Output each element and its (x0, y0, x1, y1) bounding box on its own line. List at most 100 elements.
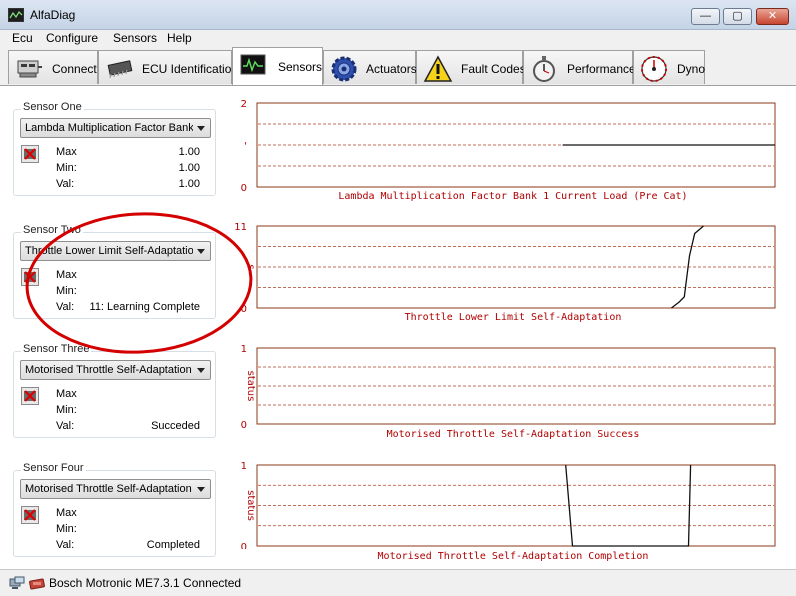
y-tick-label: 0 (241, 542, 247, 549)
tab-sensors[interactable]: Sensors (232, 47, 323, 85)
sensor-one-val-value: 1.00 (178, 178, 200, 190)
sensor-one-select[interactable]: Lambda Multiplication Factor Bank 1 Curr… (20, 118, 211, 138)
sensor-three-title: Sensor Three (21, 343, 92, 355)
tab-actuators[interactable]: Actuators (323, 50, 417, 84)
close-button[interactable]: ✕ (756, 8, 789, 25)
ecu-connected-icon (29, 576, 45, 590)
maximize-button[interactable]: ▢ (723, 8, 752, 25)
title-bar: AlfaDiag — ▢ ✕ (0, 0, 796, 30)
maximize-icon: ▢ (732, 10, 743, 22)
sensor-three-val-label: Val: (56, 420, 75, 432)
sensor-three-panel: Sensor Three Motorised Throttle Self-Ada… (13, 343, 216, 438)
chevron-down-icon (197, 487, 205, 492)
sensor-two-max-label: Max (56, 269, 77, 281)
sensor-three-chart: 1 0 status Motorised Throttle Self-Adaptat… (230, 344, 790, 449)
chart-plot: 10status (241, 344, 776, 430)
sensor-one-max-value: 1.00 (178, 146, 200, 158)
sensor-four-panel: Sensor Four Motorised Throttle Self-Adap… (13, 462, 216, 557)
status-bar: Bosch Motronic ME7.3.1 Connected (0, 569, 796, 596)
chip-icon (105, 55, 133, 81)
y-tick-label: 2 (241, 100, 247, 110)
y-axis-label: status (245, 490, 256, 521)
tab-strip: Connect ECU Identification Sensors Actua… (0, 46, 796, 86)
sensor-one-max-label: Max (56, 146, 77, 158)
tab-connect[interactable]: Connect (8, 50, 98, 84)
tab-dyno[interactable]: Dyno (633, 50, 705, 84)
tab-connect-label: Connect (52, 62, 97, 76)
app-icon (8, 8, 24, 22)
chart-plot: 110s (234, 223, 776, 315)
tab-performance-label: Performance (567, 62, 636, 76)
menu-help[interactable]: Help (167, 31, 192, 45)
y-tick-label: ' (244, 141, 247, 152)
sensor-three-remove-button[interactable] (21, 387, 39, 405)
sensor-two-panel: Sensor Two Throttle Lower Limit Self-Ada… (13, 224, 216, 319)
sensor-two-val-value: 11: Learning Complete (89, 301, 200, 313)
sensor-two-select[interactable]: Throttle Lower Limit Self-Adaptation (20, 241, 211, 261)
tab-fault-codes-label: Fault Codes (461, 62, 526, 76)
sensor-one-min-label: Min: (56, 162, 77, 174)
sensor-one-chart: 2 ' 0 Lambda Multiplication Factor Bank 1 … (230, 100, 790, 205)
gear-icon (330, 55, 358, 82)
remove-sensor-icon (24, 390, 36, 402)
tab-fault-codes[interactable]: Fault Codes (416, 50, 526, 84)
chart-plot: 1 0 status (241, 461, 776, 549)
sensor-three-select[interactable]: Motorised Throttle Self-Adaptation Succe… (20, 360, 211, 380)
sensor-two-min-label: Min: (56, 285, 77, 297)
tab-ecu-identification[interactable]: ECU Identification (98, 50, 238, 84)
sensor-four-title: Sensor Four (21, 462, 86, 474)
y-tick-label: 1 (241, 461, 247, 472)
chart-plot: 2'0 (241, 100, 776, 192)
stopwatch-icon (530, 55, 558, 82)
sensor-one-remove-button[interactable] (21, 145, 39, 163)
sensor-two-chart: 11 0 s Throttle Lower Limit Self-Adaptatio… (230, 223, 790, 328)
menu-bar: Ecu Configure Sensors Help (0, 30, 796, 46)
chevron-down-icon (197, 126, 205, 131)
menu-configure[interactable]: Configure (46, 31, 98, 45)
dial-icon (640, 55, 668, 82)
remove-sensor-icon (24, 271, 36, 283)
sensor-four-chart: 1 0 status Motorised Throttle Self-Adaptat… (230, 461, 790, 569)
tab-dyno-label: Dyno (677, 62, 706, 76)
sensor-two-val-label: Val: (56, 301, 75, 313)
tab-actuators-label: Actuators (366, 62, 417, 76)
chevron-down-icon (197, 368, 205, 373)
y-tick-label: 1 (241, 344, 247, 355)
tab-ecu-identification-label: ECU Identification (142, 62, 239, 76)
sensor-three-min-label: Min: (56, 404, 77, 416)
chart-title: Motorised Throttle Self-Adaptation Succe… (386, 429, 640, 440)
connection-status: Bosch Motronic ME7.3.1 Connected (49, 576, 242, 590)
y-axis-label: status (245, 371, 256, 402)
sensor-two-title: Sensor Two (21, 224, 83, 236)
sensor-one-selected: Lambda Multiplication Factor Bank 1 Curr… (25, 122, 193, 134)
sensor-four-val-label: Val: (56, 539, 75, 551)
y-axis-label: s (245, 264, 256, 269)
remove-sensor-icon (24, 509, 36, 521)
chart-title: Motorised Throttle Self-Adaptation Compl… (377, 551, 649, 562)
sensor-three-val-value: Succeded (151, 420, 200, 432)
y-tick-label: 11 (234, 223, 247, 233)
menu-sensors[interactable]: Sensors (113, 31, 157, 45)
minimize-button[interactable]: — (691, 8, 720, 25)
network-icon (9, 576, 25, 590)
sensor-four-min-label: Min: (56, 523, 77, 535)
sensor-two-remove-button[interactable] (21, 268, 39, 286)
close-icon: ✕ (767, 10, 778, 22)
sensor-four-remove-button[interactable] (21, 506, 39, 524)
sensor-one-min-value: 1.00 (178, 162, 200, 174)
chart-title: Throttle Lower Limit Self-Adaptation (404, 312, 622, 323)
sensor-four-select[interactable]: Motorised Throttle Self-Adaptation Compl… (20, 479, 211, 499)
sensor-one-panel: Sensor One Lambda Multiplication Factor … (13, 101, 216, 196)
chevron-down-icon (197, 249, 205, 254)
sensor-three-selected: Motorised Throttle Self-Adaptation Succe… (25, 364, 193, 376)
sensor-four-max-label: Max (56, 507, 77, 519)
sensor-four-selected: Motorised Throttle Self-Adaptation Compl… (25, 483, 193, 495)
sensor-one-val-label: Val: (56, 178, 75, 190)
sensor-one-title: Sensor One (21, 101, 84, 113)
tab-performance[interactable]: Performance (523, 50, 636, 84)
menu-ecu[interactable]: Ecu (12, 31, 33, 45)
warning-icon (423, 55, 453, 82)
tab-sensors-label: Sensors (278, 60, 323, 74)
window-title: AlfaDiag (30, 8, 76, 22)
connect-icon (15, 55, 43, 81)
